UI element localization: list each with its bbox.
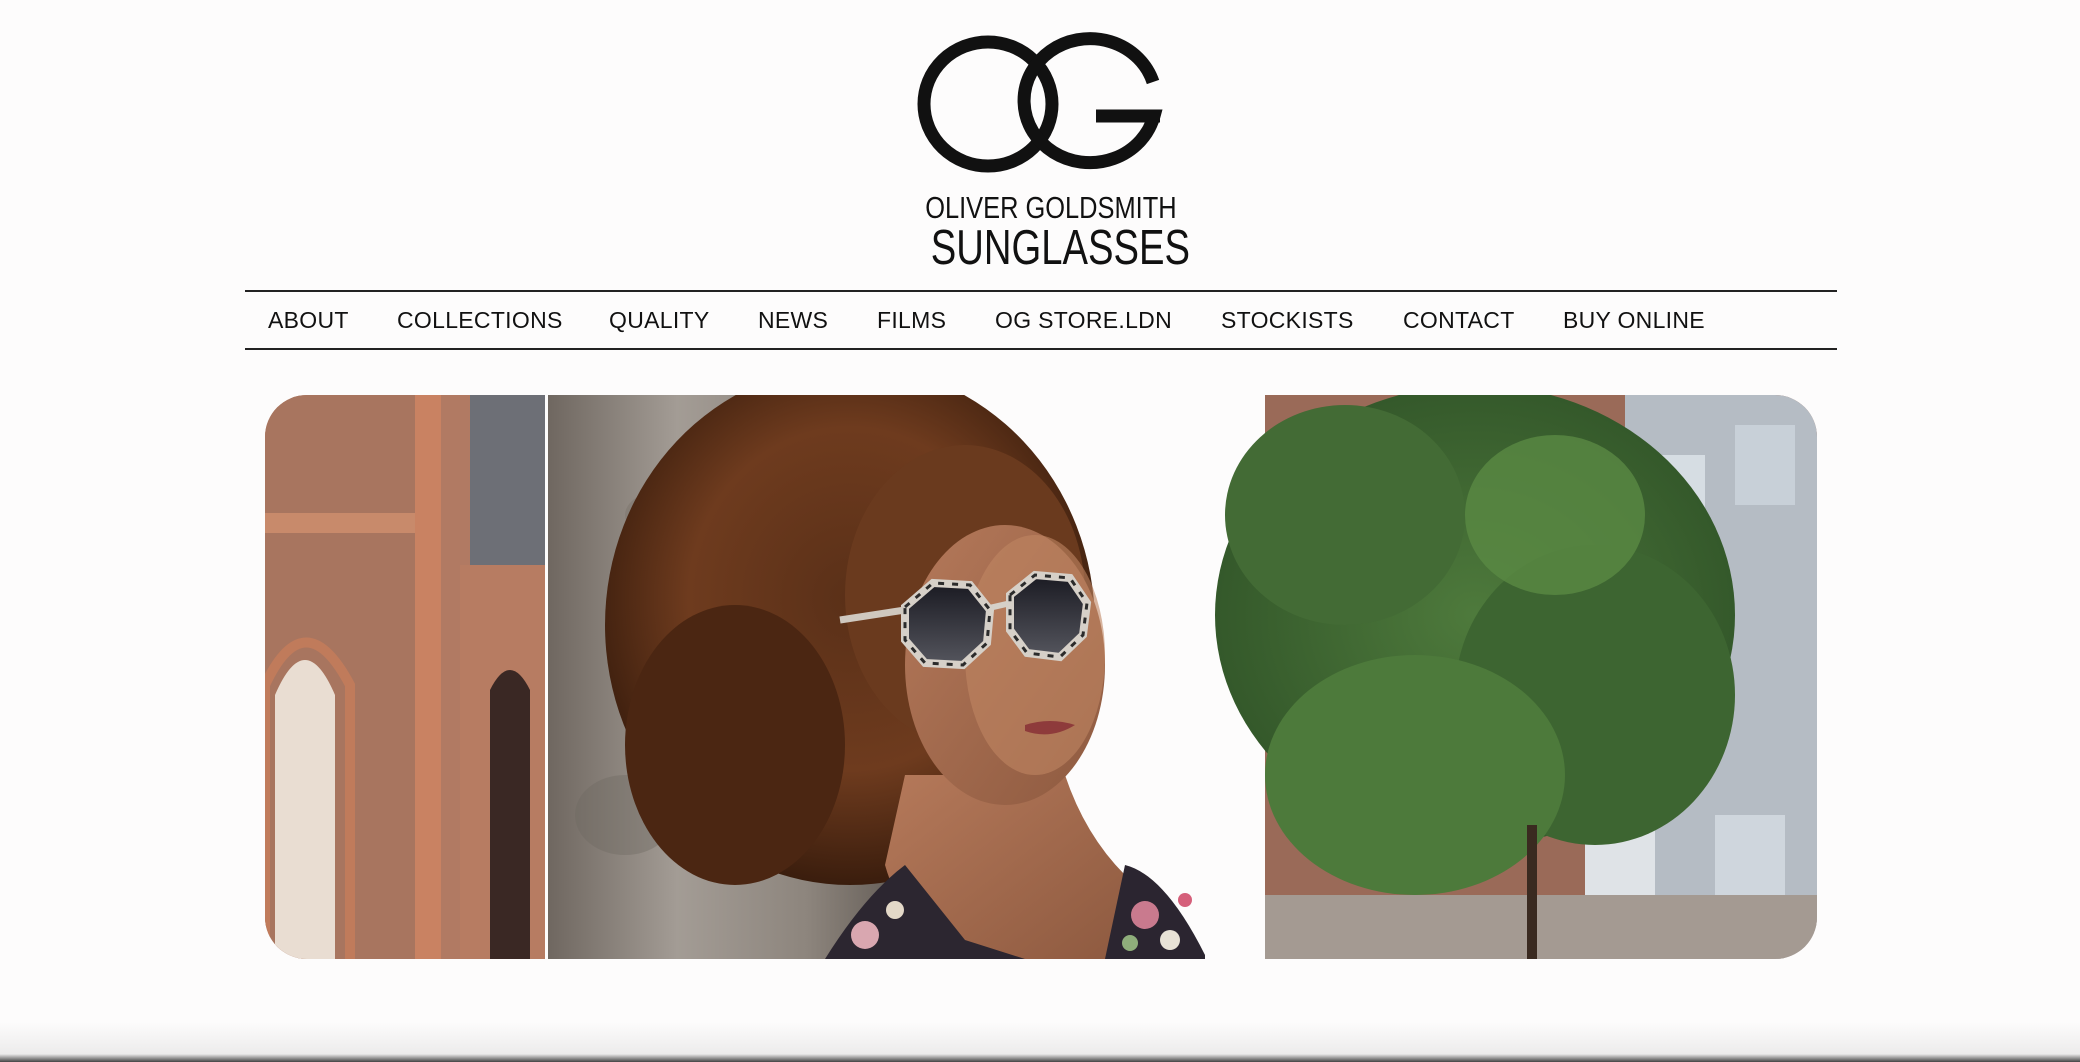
nav-item-buy-online[interactable]: BUY ONLINE <box>1563 292 1705 348</box>
nav-item-stockists[interactable]: STOCKISTS <box>1221 292 1354 348</box>
nav-item-films[interactable]: FILMS <box>877 292 946 348</box>
main-navigation: ABOUT COLLECTIONS QUALITY NEWS FILMS OG … <box>245 290 1837 350</box>
og-monogram-icon <box>917 32 1163 173</box>
window-bottom-edge <box>0 1022 2080 1062</box>
hero-image[interactable] <box>265 395 1817 959</box>
nav-item-contact[interactable]: CONTACT <box>1403 292 1515 348</box>
nav-item-news[interactable]: NEWS <box>758 292 828 348</box>
nav-item-og-store[interactable]: OG STORE.LDN <box>995 292 1172 348</box>
brand-tagline: SUNGLASSES <box>930 221 1190 275</box>
page: OLIVER GOLDSMITH SUNGLASSES ABOUT COLLEC… <box>0 0 2080 1062</box>
nav-item-collections[interactable]: COLLECTIONS <box>397 292 563 348</box>
brand-logo[interactable]: OLIVER GOLDSMITH SUNGLASSES <box>900 20 1190 275</box>
nav-item-quality[interactable]: QUALITY <box>609 292 710 348</box>
nav-item-about[interactable]: ABOUT <box>268 292 349 348</box>
hero-photo <box>265 395 1817 959</box>
